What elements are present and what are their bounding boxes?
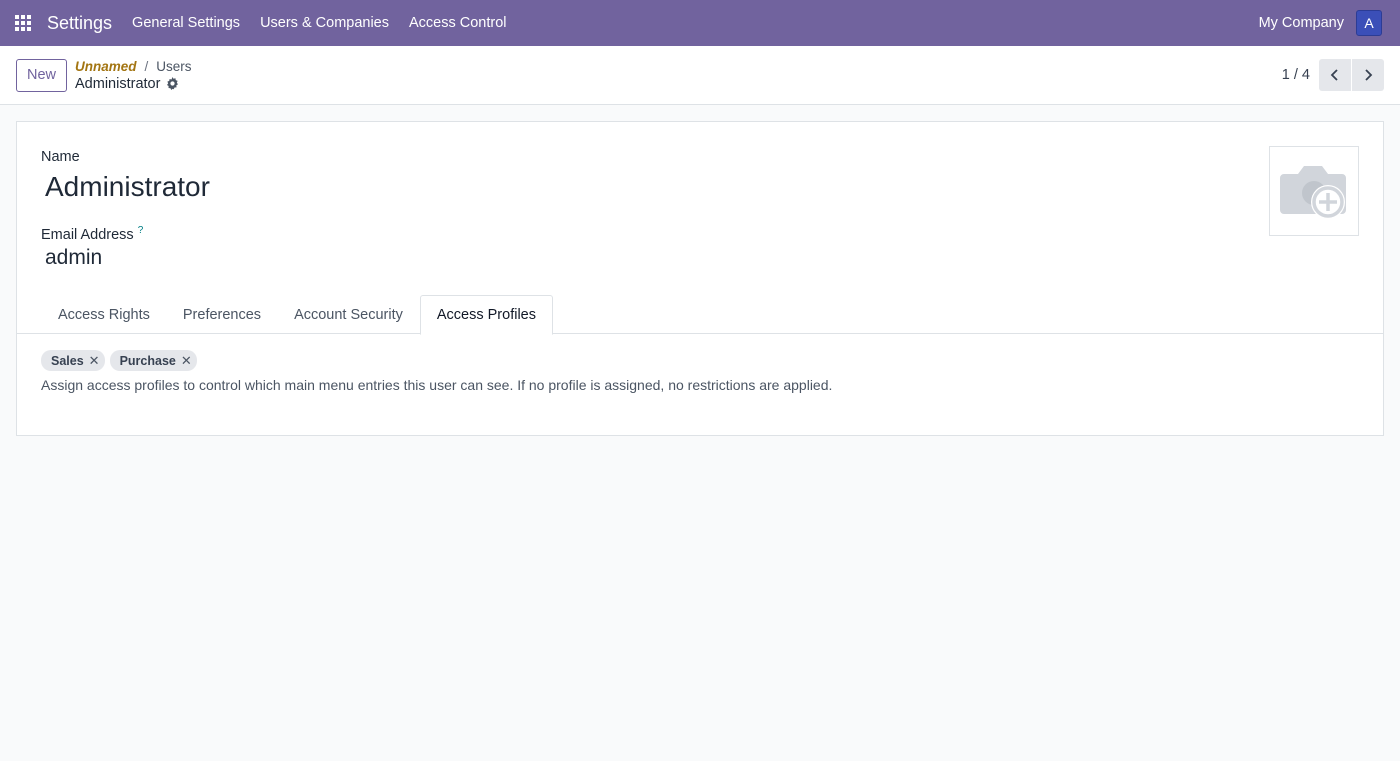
tag-sales: Sales ✕ (41, 350, 105, 371)
breadcrumb-current: Administrator (75, 75, 161, 92)
access-profiles-tags: Sales ✕ Purchase ✕ (41, 350, 202, 371)
email-field[interactable]: admin (45, 246, 102, 270)
chevron-left-icon (1330, 69, 1338, 81)
tag-label: Purchase (119, 353, 176, 368)
new-button[interactable]: New (16, 58, 68, 92)
breadcrumb-unnamed[interactable]: Unnamed (75, 59, 137, 74)
access-profiles-help: Assign access profiles to control which … (41, 377, 833, 393)
menu-access-control[interactable]: Access Control (399, 0, 517, 46)
pager-previous-button[interactable] (1319, 59, 1351, 91)
control-panel: New Unnamed / Users Administrator 1 / 4 (0, 46, 1400, 105)
email-label-text: Email Address (41, 226, 134, 243)
tab-preferences[interactable]: Preferences (167, 295, 277, 334)
remove-tag-icon[interactable]: ✕ (89, 353, 100, 369)
app-title[interactable]: Settings (47, 13, 112, 34)
tab-access-rights[interactable]: Access Rights (42, 295, 166, 334)
form-tabs: Access Rights Preferences Account Securi… (17, 295, 1383, 335)
photo-upload[interactable] (1269, 146, 1359, 236)
email-label: Email Address? (41, 225, 143, 243)
breadcrumb: Unnamed / Users Administrator (75, 58, 192, 93)
tab-access-profiles[interactable]: Access Profiles (419, 295, 553, 335)
breadcrumb-separator: / (144, 58, 149, 74)
name-field[interactable]: Administrator (45, 171, 210, 203)
camera-plus-icon (1280, 166, 1346, 219)
breadcrumb-users[interactable]: Users (156, 59, 191, 74)
tag-label: Sales (51, 353, 84, 368)
tab-account-security[interactable]: Account Security (278, 295, 419, 334)
user-avatar[interactable]: A (1356, 10, 1382, 36)
chevron-right-icon (1365, 69, 1373, 81)
top-navbar: Settings General Settings Users & Compan… (0, 0, 1400, 46)
name-label: Name (41, 149, 80, 165)
gear-icon[interactable] (166, 77, 179, 90)
form-sheet: Name Administrator Email Address? admin … (16, 121, 1384, 436)
email-help-tooltip[interactable]: ? (138, 225, 144, 236)
company-switcher[interactable]: My Company (1259, 15, 1344, 31)
remove-tag-icon[interactable]: ✕ (181, 353, 192, 369)
apps-menu-icon[interactable] (0, 0, 46, 46)
main-menu: General Settings Users & Companies Acces… (122, 0, 516, 46)
pager: 1 / 4 (1282, 59, 1384, 91)
pager-next-button[interactable] (1352, 59, 1384, 91)
menu-users-companies[interactable]: Users & Companies (250, 0, 399, 46)
pager-value[interactable]: 1 / 4 (1282, 67, 1310, 83)
tag-purchase: Purchase ✕ (109, 350, 197, 371)
menu-general-settings[interactable]: General Settings (122, 0, 250, 46)
